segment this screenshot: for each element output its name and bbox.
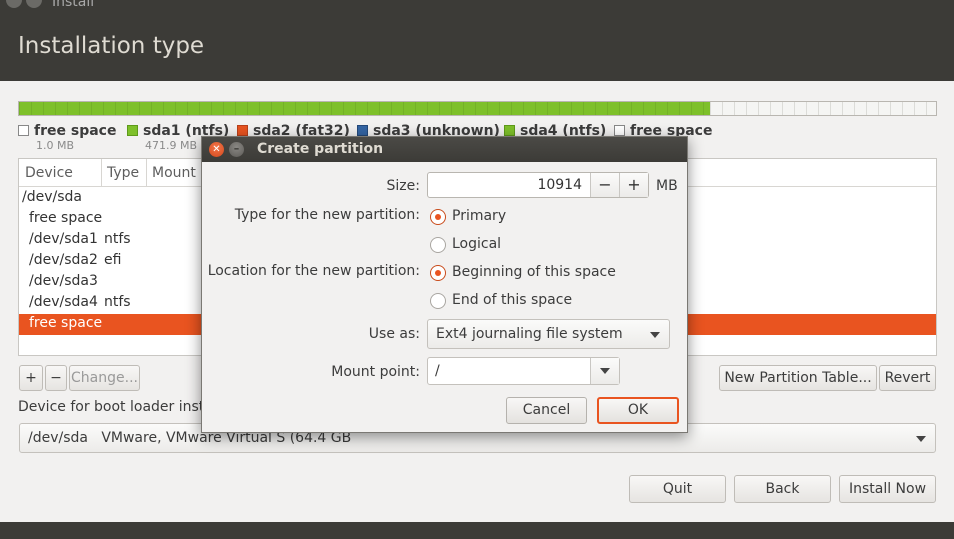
- size-value[interactable]: 10914: [537, 177, 582, 193]
- type-cell: ntfs: [104, 231, 131, 247]
- primary-radio-label[interactable]: Primary: [452, 208, 506, 224]
- bottom-panel: [0, 522, 954, 539]
- back-button[interactable]: Back: [734, 475, 831, 503]
- type-cell: ntfs: [104, 294, 131, 310]
- size-increment-button[interactable]: +: [619, 173, 648, 197]
- logical-radio-label[interactable]: Logical: [452, 236, 501, 252]
- cancel-button[interactable]: Cancel: [506, 397, 587, 424]
- column-mount[interactable]: Mount: [152, 165, 196, 181]
- column-divider: [146, 159, 147, 187]
- revert-button[interactable]: Revert: [879, 365, 936, 391]
- legend-swatch: [504, 125, 515, 136]
- window-title: Install: [52, 0, 95, 10]
- logical-radio[interactable]: [430, 237, 446, 253]
- dialog-title: Create partition: [257, 141, 384, 157]
- mount-point-combo[interactable]: /: [427, 357, 620, 385]
- end-radio[interactable]: [430, 293, 446, 309]
- chevron-down-icon: [650, 332, 660, 338]
- legend-swatch: [18, 125, 29, 136]
- close-icon[interactable]: ✕: [209, 142, 224, 157]
- device-cell: /dev/sda4: [29, 294, 98, 310]
- change-partition-button[interactable]: Change...: [69, 365, 140, 391]
- device-cell: free space: [29, 315, 103, 331]
- mount-point-dropdown-button[interactable]: [590, 358, 619, 384]
- device-cell: free space: [29, 210, 103, 226]
- legend-swatch: [127, 125, 138, 136]
- partition-bar: [18, 101, 937, 116]
- device-cell: /dev/sda2: [29, 252, 98, 268]
- legend-swatch: [614, 125, 625, 136]
- add-partition-button[interactable]: +: [19, 365, 43, 391]
- legend-size: 471.9 MB: [145, 139, 198, 152]
- legend-label: free space: [34, 123, 117, 139]
- legend-size: 1.0 MB: [36, 139, 75, 152]
- beginning-radio-label[interactable]: Beginning of this space: [452, 264, 616, 280]
- partition-bar-free: [709, 102, 936, 115]
- window-header: Install Installation type: [0, 0, 954, 81]
- chevron-down-icon: [916, 436, 926, 442]
- size-spinner[interactable]: 10914 − +: [427, 172, 649, 198]
- legend-swatch: [357, 125, 368, 136]
- type-cell: efi: [104, 252, 122, 268]
- beginning-radio[interactable]: [430, 265, 446, 281]
- partition-type-label: Type for the new partition:: [234, 207, 420, 223]
- partition-bar-used: [19, 102, 710, 115]
- install-now-button[interactable]: Install Now: [839, 475, 936, 503]
- size-unit: MB: [656, 178, 678, 194]
- remove-partition-button[interactable]: −: [45, 365, 67, 391]
- location-label: Location for the new partition:: [207, 263, 420, 279]
- page-title: Installation type: [18, 33, 205, 59]
- minimize-window-icon[interactable]: [26, 0, 42, 8]
- device-cell: /dev/sda3: [29, 273, 98, 289]
- legend-swatch: [237, 125, 248, 136]
- primary-radio[interactable]: [430, 209, 446, 225]
- boot-loader-label: Device for boot loader insta: [18, 399, 213, 415]
- mount-point-value[interactable]: /: [435, 363, 440, 379]
- close-window-icon[interactable]: [6, 0, 22, 8]
- end-radio-label[interactable]: End of this space: [452, 292, 572, 308]
- minimize-icon[interactable]: –: [229, 142, 244, 157]
- device-cell: /dev/sda1: [29, 231, 98, 247]
- use-as-select[interactable]: Ext4 journaling file system: [427, 319, 670, 349]
- chevron-down-icon: [600, 368, 610, 374]
- column-device[interactable]: Device: [25, 165, 73, 181]
- quit-button[interactable]: Quit: [629, 475, 726, 503]
- ok-button[interactable]: OK: [597, 397, 679, 424]
- size-label: Size:: [386, 178, 420, 194]
- device-cell: /dev/sda: [22, 189, 82, 205]
- use-as-value: Ext4 journaling file system: [436, 326, 623, 342]
- column-type[interactable]: Type: [107, 165, 139, 181]
- mount-point-label: Mount point:: [331, 364, 420, 380]
- new-partition-table-button[interactable]: New Partition Table...: [719, 365, 877, 391]
- create-partition-dialog: ✕ – Create partition Size: 10914 − + MB …: [201, 136, 688, 433]
- use-as-label: Use as:: [368, 326, 420, 342]
- dialog-titlebar: ✕ – Create partition: [202, 137, 687, 162]
- column-divider: [101, 159, 102, 187]
- size-decrement-button[interactable]: −: [590, 173, 619, 197]
- legend-item-free-space: free space: [18, 123, 116, 139]
